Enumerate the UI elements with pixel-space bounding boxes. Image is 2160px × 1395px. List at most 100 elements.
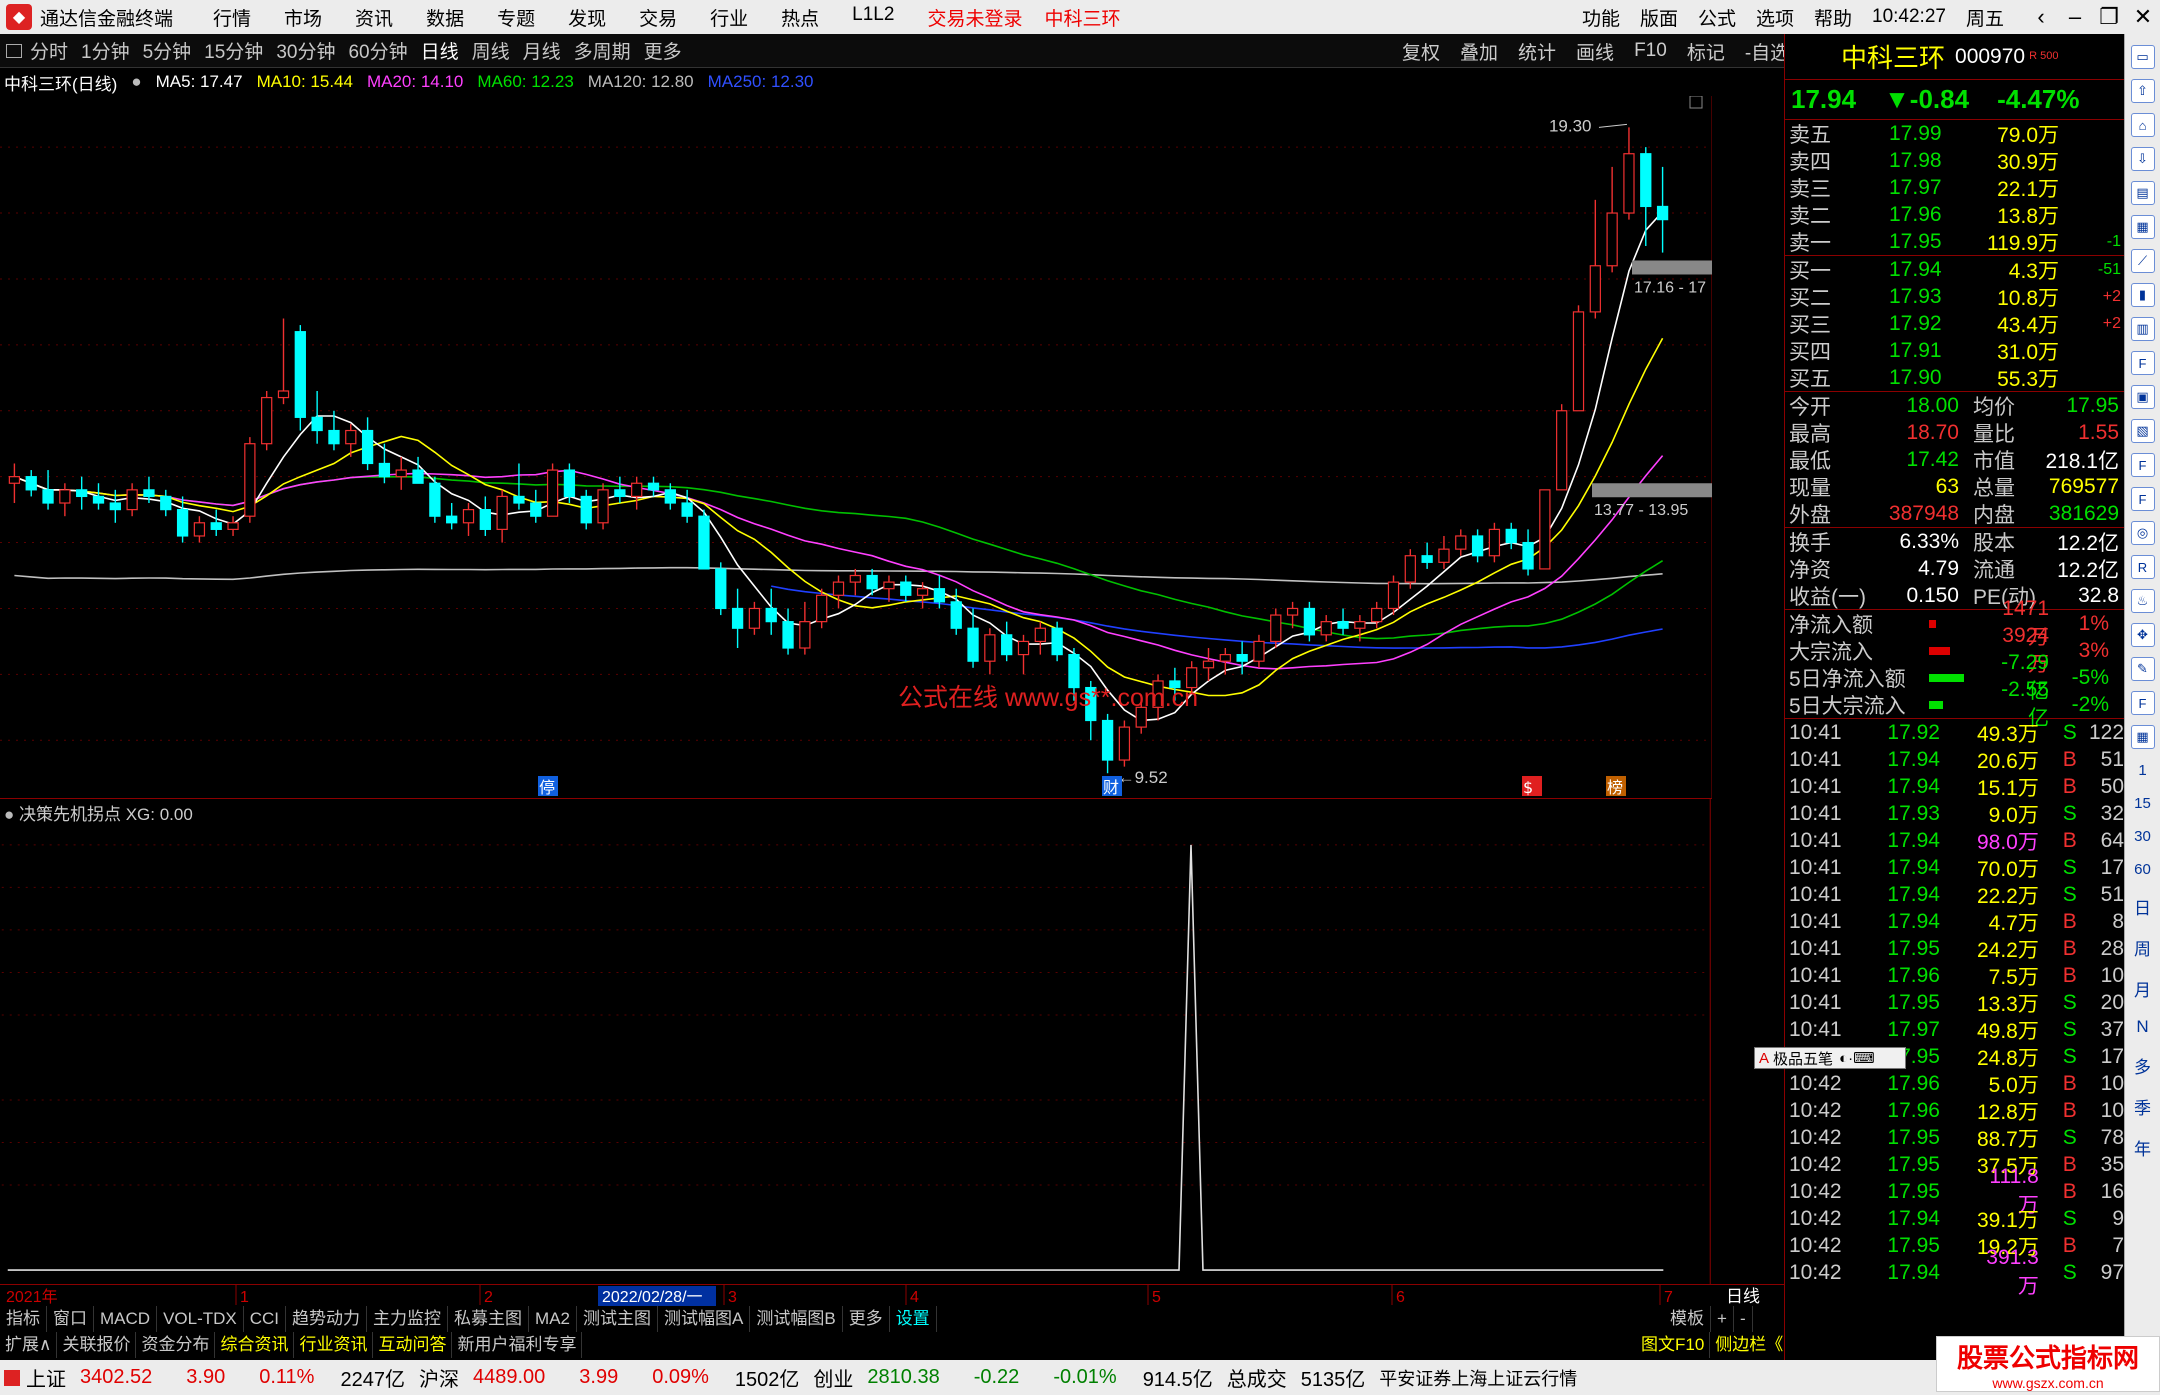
settings-dot-icon[interactable]: ● bbox=[131, 72, 141, 92]
index-name-2[interactable]: 创业 bbox=[813, 1363, 853, 1392]
menu-5[interactable]: 发现 bbox=[568, 4, 606, 31]
candle[interactable] bbox=[446, 503, 458, 530]
candle[interactable] bbox=[244, 437, 256, 523]
sidebar-period-6[interactable]: 年 bbox=[2134, 1135, 2151, 1160]
menu-0[interactable]: 行情 bbox=[213, 4, 251, 31]
tick-list[interactable]: 10:41 17.92 49.3万 S 122 10:41 17.94 20.6万 B 51 10:… bbox=[1785, 719, 2124, 1298]
login-status[interactable]: 交易未登录 bbox=[927, 4, 1022, 31]
indicator-tab-5[interactable]: 趋势动力 bbox=[286, 1306, 368, 1332]
candle[interactable] bbox=[294, 325, 306, 431]
close-icon[interactable]: ✕ bbox=[2126, 4, 2160, 30]
indicator-tab-6[interactable]: 主力监控 bbox=[367, 1306, 449, 1332]
candle[interactable] bbox=[395, 456, 407, 490]
indicator-tab-13[interactable]: 设置 bbox=[890, 1306, 937, 1332]
home-icon[interactable]: ⌂ bbox=[2130, 113, 2155, 137]
candle[interactable] bbox=[530, 489, 542, 523]
period-tab-9[interactable]: 多周期 bbox=[574, 37, 631, 64]
candle[interactable] bbox=[631, 476, 643, 510]
indicator-tab-2[interactable]: MACD bbox=[94, 1306, 158, 1332]
candle[interactable] bbox=[496, 489, 508, 543]
candle[interactable] bbox=[193, 516, 206, 543]
candle[interactable] bbox=[1556, 404, 1568, 491]
thirty-icon[interactable]: 30 bbox=[2134, 828, 2151, 845]
indicator-tab-9[interactable]: 测试主图 bbox=[577, 1306, 658, 1332]
candle[interactable] bbox=[1371, 601, 1383, 629]
candle[interactable] bbox=[1539, 489, 1551, 570]
candle[interactable] bbox=[1488, 522, 1501, 563]
bid-row-3[interactable]: 买四 17.91 31.0万 bbox=[1785, 337, 2124, 364]
fs2-icon[interactable]: F bbox=[2130, 691, 2155, 715]
tabs2-right-1[interactable]: 侧边栏《 bbox=[1710, 1332, 1784, 1358]
candle[interactable] bbox=[1034, 621, 1046, 655]
candle[interactable] bbox=[1253, 634, 1265, 668]
candle[interactable] bbox=[76, 476, 88, 510]
menu-6[interactable]: 交易 bbox=[639, 4, 677, 31]
indicator-chart[interactable]: 1.000.900.800.700.600.400.300.20 bbox=[0, 798, 1712, 1284]
candle[interactable] bbox=[1017, 634, 1030, 675]
period-tab-1[interactable]: 1分钟 bbox=[81, 37, 130, 64]
candle[interactable] bbox=[1219, 648, 1231, 675]
tabs2-right-0[interactable]: 图文F10 bbox=[1636, 1332, 1711, 1358]
sidebar-period-2[interactable]: 月 bbox=[2134, 976, 2151, 1001]
candle[interactable] bbox=[1572, 305, 1585, 412]
candle[interactable] bbox=[210, 509, 222, 536]
indicator-tab-7[interactable]: 私募主图 bbox=[448, 1306, 530, 1332]
menu-2[interactable]: 资讯 bbox=[355, 4, 393, 31]
period-tab-8[interactable]: 月线 bbox=[523, 37, 561, 64]
period-tab-5[interactable]: 60分钟 bbox=[348, 37, 407, 64]
indicator-tab-3[interactable]: VOL-TDX bbox=[157, 1306, 244, 1332]
candle[interactable] bbox=[1606, 166, 1618, 273]
candle[interactable] bbox=[984, 628, 996, 675]
index-name-1[interactable]: 沪深 bbox=[419, 1363, 459, 1392]
circle-icon[interactable]: ◎ bbox=[2130, 521, 2155, 545]
one-icon[interactable]: 1 bbox=[2138, 762, 2146, 779]
bid-row-1[interactable]: 买二 17.93 10.8万 +2 bbox=[1785, 283, 2124, 310]
menu-4[interactable]: 专题 bbox=[497, 4, 535, 31]
candle[interactable] bbox=[715, 562, 727, 616]
bid-row-4[interactable]: 买五 17.90 55.3万 bbox=[1785, 364, 2124, 391]
candle[interactable] bbox=[513, 463, 525, 510]
candle[interactable] bbox=[42, 470, 54, 510]
kline-chart[interactable]: 19.0018.0017.0016.0015.0014.0013.0012.00… bbox=[0, 96, 1712, 798]
sidebar-period-3[interactable]: N bbox=[2136, 1017, 2148, 1037]
candle[interactable] bbox=[546, 463, 559, 517]
fifteen-icon[interactable]: 15 bbox=[2134, 795, 2151, 812]
candle[interactable] bbox=[59, 483, 71, 517]
move-icon[interactable]: ✥ bbox=[2130, 623, 2155, 647]
info-tab-2[interactable]: 资金分布 bbox=[136, 1332, 216, 1358]
right-menu-3[interactable]: 选项 bbox=[1756, 4, 1794, 31]
info-tab-3[interactable]: 综合资讯 bbox=[215, 1332, 295, 1358]
candle[interactable] bbox=[1656, 166, 1669, 253]
candle[interactable] bbox=[277, 318, 290, 405]
status-icon[interactable] bbox=[4, 1369, 20, 1386]
rsi-icon[interactable]: R bbox=[2130, 555, 2155, 579]
fire-icon[interactable]: ♨ bbox=[2130, 589, 2155, 613]
indicator-tab-12[interactable]: 更多 bbox=[843, 1306, 890, 1332]
candle[interactable] bbox=[1118, 720, 1131, 767]
grid2-icon[interactable]: ▦ bbox=[2130, 725, 2155, 749]
period-tab-3[interactable]: 15分钟 bbox=[204, 37, 263, 64]
candle[interactable] bbox=[765, 588, 777, 635]
candle[interactable] bbox=[479, 496, 491, 536]
chart-tool-4[interactable]: F10 bbox=[1634, 40, 1667, 62]
candle[interactable] bbox=[1522, 529, 1534, 576]
news-icon[interactable]: ▤ bbox=[2130, 181, 2155, 205]
candle[interactable] bbox=[1505, 522, 1517, 550]
candle[interactable] bbox=[261, 390, 273, 451]
candle[interactable] bbox=[1270, 608, 1282, 649]
candle[interactable] bbox=[1101, 713, 1114, 774]
layout-toggle-icon[interactable] bbox=[6, 43, 22, 58]
candle[interactable] bbox=[1421, 542, 1433, 569]
candle[interactable] bbox=[126, 483, 138, 517]
menu-9[interactable]: L1L2 bbox=[852, 4, 894, 31]
period-tab-2[interactable]: 5分钟 bbox=[143, 37, 192, 64]
candle[interactable] bbox=[731, 588, 744, 649]
candle[interactable] bbox=[799, 601, 811, 655]
info-tab-0[interactable]: 扩展∧ bbox=[0, 1332, 58, 1358]
indicator-tab-10[interactable]: 测试幅图A bbox=[658, 1306, 751, 1332]
info-tab-5[interactable]: 互动问答 bbox=[373, 1332, 453, 1358]
right-menu-2[interactable]: 公式 bbox=[1698, 4, 1736, 31]
candle[interactable] bbox=[1320, 615, 1332, 642]
candle[interactable] bbox=[429, 476, 441, 523]
chart-tool-0[interactable]: 复权 bbox=[1402, 38, 1440, 65]
